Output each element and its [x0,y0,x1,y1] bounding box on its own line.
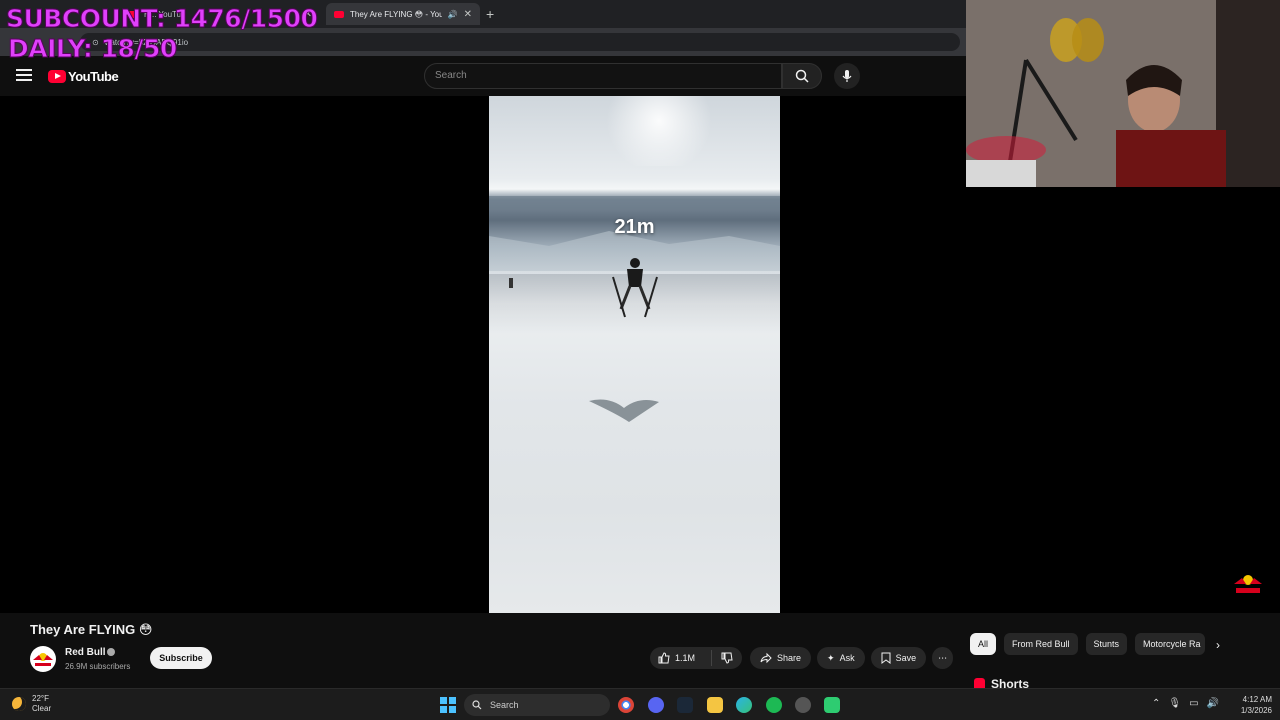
red-bull-logo-icon [33,653,53,666]
chrome-icon[interactable] [618,697,634,713]
chevron-right-icon[interactable]: › [1216,638,1220,652]
system-tray: ⌃ 🎙 ▭ 🔊 [1152,698,1219,709]
daily-overlay: DAILY: 18/50 [8,34,178,64]
save-button[interactable]: Save [870,647,927,669]
action-bar: Share ✦ Ask Save ⋯ [750,647,954,669]
screen: H... YouTu ✕ They Are FLYING 😳 - YouT 🔊 … [0,0,1280,720]
search-button[interactable] [782,63,822,89]
weather-widget[interactable]: 22°F Clear [12,694,51,714]
youtube-favicon-icon [334,10,344,18]
webcam-feed [966,0,1280,187]
more-actions-button[interactable]: ⋯ [932,647,954,669]
start-button-icon[interactable] [440,697,456,713]
distance-overlay: 21m [614,216,655,238]
bookmark-icon [881,652,891,664]
chip-motorcycle[interactable]: Motorcycle Ra [1135,633,1206,655]
thumbs-up-icon [658,652,670,664]
weather-condition: Clear [32,704,52,713]
youtube-wordmark: YouTube [68,69,119,84]
display-icon[interactable]: ▭ [1189,698,1198,709]
red-bull-watermark-logo [1234,575,1262,593]
share-button[interactable]: Share [750,647,812,669]
volume-icon[interactable]: 🔊 [1207,698,1219,709]
discord-icon[interactable] [648,697,664,713]
moon-icon [12,697,26,711]
share-label: Share [777,653,802,663]
mic-tray-icon[interactable]: 🎙 [1168,698,1181,709]
new-tab-button[interactable]: + [486,6,494,22]
app-icon[interactable] [824,697,840,713]
spotify-icon[interactable] [766,697,782,713]
file-explorer-icon[interactable] [707,697,723,713]
search-icon [472,700,482,710]
chip-stunts[interactable]: Stunts [1085,633,1128,655]
filter-chips: All From Red Bull Stunts Motorcycle Ra [970,633,1206,655]
taskbar: 22°F Clear Search ⌃ 🎙 ▭ 🔊 4:12 AM 1/3/20… [0,688,1280,720]
like-count: 1.1M [675,653,696,663]
chip-from-red-bull[interactable]: From Red Bull [1004,633,1078,655]
url-field[interactable]: ⊙ watch?v=52fOAEQ91io [80,33,960,51]
ask-label: Ask [839,653,855,663]
search-input[interactable]: Search [424,63,782,89]
ask-button[interactable]: ✦ Ask [817,647,865,669]
thumbs-down-icon [721,652,733,664]
webcam-scene [966,0,1280,187]
taskbar-search-label: Search [490,700,519,710]
subscriber-count: 26.9M subscribers [65,662,131,671]
speaker-icon[interactable]: 🔊 [448,10,458,19]
hamburger-menu-icon[interactable] [16,69,32,83]
youtube-logo[interactable]: YouTube [48,69,119,84]
subscribe-button[interactable]: Subscribe [150,647,212,669]
voice-search-button[interactable] [834,63,860,89]
browser-tab-active[interactable]: They Are FLYING 😳 - YouT 🔊 ✕ [326,3,480,25]
chevron-up-icon[interactable]: ⌃ [1152,698,1160,709]
like-button[interactable]: 1.1M [650,650,712,666]
dislike-button[interactable] [712,652,742,664]
ski-jump-scene [489,196,780,422]
clock-time: 4:12 AM [1242,695,1272,704]
sparkle-icon: ✦ [827,652,835,663]
share-icon [760,652,772,664]
channel-avatar[interactable] [30,646,56,672]
steam-icon[interactable] [677,697,693,713]
like-dislike-group: 1.1M [650,647,742,669]
tab-title: They Are FLYING 😳 - YouT [350,9,442,19]
video-frame[interactable]: 21m [489,96,780,613]
more-icon: ⋯ [938,652,948,663]
settings-gear-icon[interactable] [795,697,811,713]
search-icon [795,69,809,83]
channel-name[interactable]: Red Bull [65,647,106,658]
youtube-play-icon [48,70,66,83]
verified-badge-icon [107,648,115,656]
close-tab-icon[interactable]: ✕ [464,9,472,20]
chip-all[interactable]: All [970,633,997,655]
clock-date: 1/3/2026 [1240,706,1272,715]
save-label: Save [895,653,917,663]
edge-icon[interactable] [736,697,752,713]
video-title: They Are FLYING 😳 [30,622,153,637]
taskbar-search[interactable]: Search [464,694,610,716]
microphone-icon [842,70,852,82]
clock[interactable]: 4:12 AM 1/3/2026 [1232,694,1272,716]
subcount-overlay: SUBCOUNT: 1476/1500 [5,4,318,34]
weather-temp: 22°F [32,694,49,703]
